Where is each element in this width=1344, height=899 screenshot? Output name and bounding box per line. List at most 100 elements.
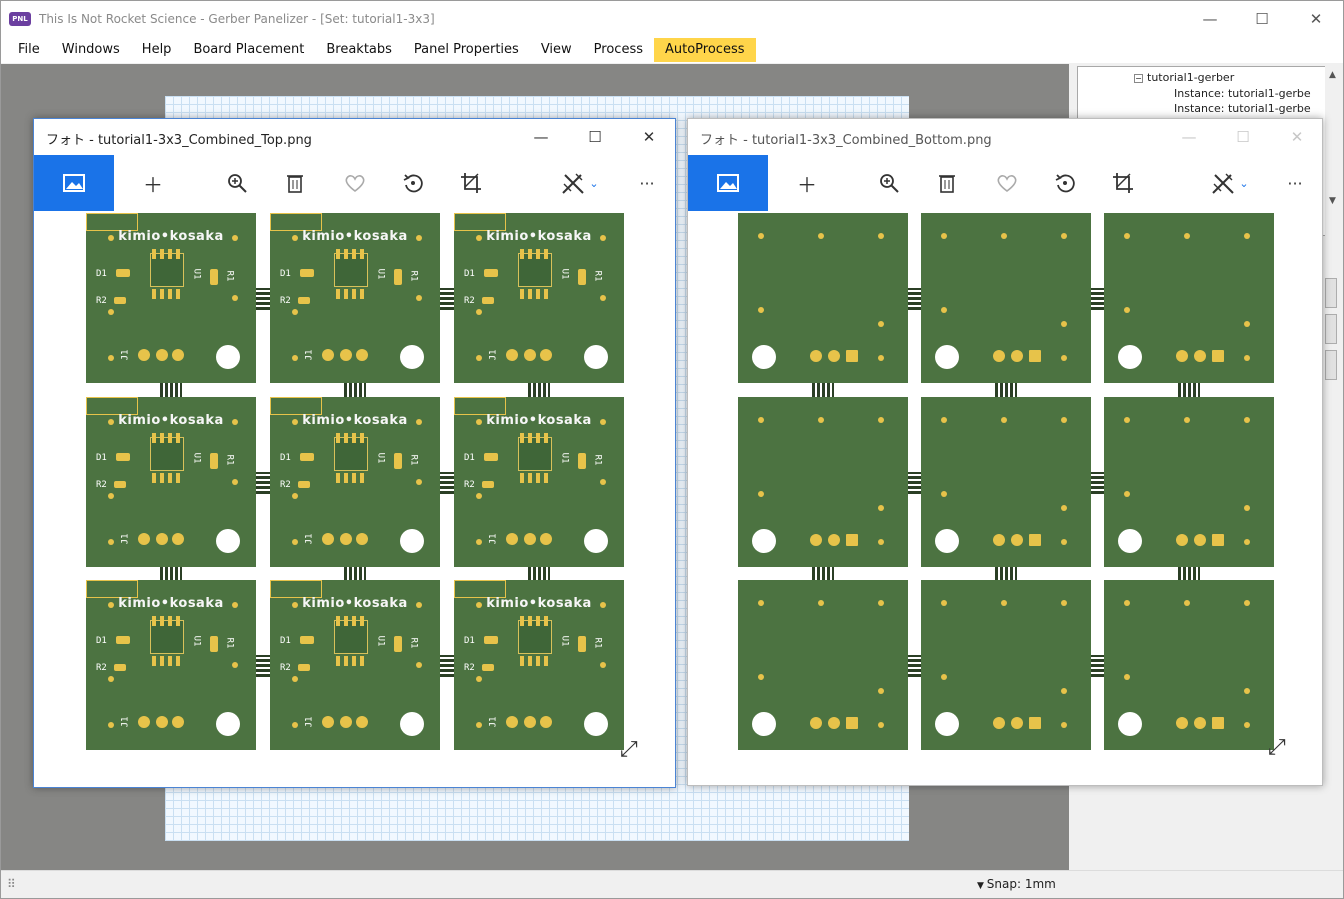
photos-close-button[interactable]: ✕ bbox=[622, 123, 676, 151]
mouse-bite-tab bbox=[908, 655, 922, 677]
via-pad bbox=[1184, 600, 1190, 606]
u1-label: U1 bbox=[191, 268, 202, 280]
ic-pin bbox=[360, 656, 364, 666]
via-pad bbox=[476, 493, 482, 499]
delete-button[interactable] bbox=[270, 155, 320, 211]
snap-status[interactable]: ▼ Snap: 1mm bbox=[977, 877, 1056, 891]
ic-pin bbox=[536, 616, 540, 626]
ic-pin bbox=[544, 433, 548, 443]
tree-instance-1[interactable]: Instance: tutorial1-gerbe bbox=[1174, 87, 1311, 100]
more-button-bottom[interactable]: ··· bbox=[1270, 155, 1320, 211]
mounting-hole bbox=[935, 529, 959, 553]
via-pad bbox=[1184, 233, 1190, 239]
add-button[interactable]: ＋ bbox=[128, 155, 178, 211]
menu-autoprocess[interactable]: AutoProcess bbox=[654, 38, 756, 62]
tree-scrollbar[interactable]: ▲ ▼ bbox=[1325, 66, 1342, 236]
close-button[interactable]: ✕ bbox=[1289, 1, 1343, 37]
menu-help[interactable]: Help bbox=[131, 38, 183, 62]
photos-window-top[interactable]: フォト - tutorial1-3x3_Combined_Top.png — ☐… bbox=[33, 118, 676, 788]
minimize-button[interactable]: — bbox=[1183, 1, 1237, 37]
favorite-button[interactable] bbox=[330, 155, 380, 211]
photos-maximize-button-bottom[interactable]: ☐ bbox=[1216, 123, 1270, 151]
d1-pad bbox=[300, 269, 314, 277]
via-pad bbox=[1061, 355, 1067, 361]
ic-pin bbox=[152, 616, 156, 626]
resize-grip-icon[interactable]: ⠿ bbox=[7, 877, 16, 891]
photos-minimize-button-bottom[interactable]: — bbox=[1162, 123, 1216, 151]
menu-windows[interactable]: Windows bbox=[51, 38, 131, 62]
square-pad bbox=[1029, 350, 1041, 362]
rotate-button-bottom[interactable] bbox=[1040, 155, 1090, 211]
d1-label: D1 bbox=[464, 453, 475, 463]
via-pad bbox=[232, 662, 238, 668]
j1-label: J1 bbox=[488, 716, 499, 728]
more-button[interactable]: ··· bbox=[622, 155, 672, 211]
edit-button-bottom[interactable]: ⌄ bbox=[1204, 155, 1256, 211]
expand-icon[interactable]: ⤢ bbox=[620, 737, 638, 762]
ic-pin bbox=[536, 289, 540, 299]
photos-close-button-bottom[interactable]: ✕ bbox=[1270, 123, 1324, 151]
via-pad bbox=[292, 722, 298, 728]
menu-board-placement[interactable]: Board Placement bbox=[182, 38, 315, 62]
delete-button-bottom[interactable] bbox=[922, 155, 972, 211]
ic-pin bbox=[536, 433, 540, 443]
menu-breaktabs[interactable]: Breaktabs bbox=[315, 38, 403, 62]
ic-pin bbox=[520, 473, 524, 483]
r2-pad bbox=[298, 481, 310, 488]
zoom-button-bottom[interactable] bbox=[864, 155, 914, 211]
tree-instance-2[interactable]: Instance: tutorial1-gerbe bbox=[1174, 102, 1311, 115]
ic-pin bbox=[152, 289, 156, 299]
via-pad bbox=[292, 419, 298, 425]
square-pad bbox=[1029, 534, 1041, 546]
maximize-button[interactable]: ☐ bbox=[1235, 1, 1289, 37]
rotate-button[interactable] bbox=[388, 155, 438, 211]
image-view-button[interactable] bbox=[34, 155, 114, 211]
edit-button[interactable]: ⌄ bbox=[554, 155, 606, 211]
crop-button-bottom[interactable] bbox=[1098, 155, 1148, 211]
via-pad bbox=[1244, 505, 1250, 511]
via-pad bbox=[292, 602, 298, 608]
ic-pin bbox=[544, 656, 548, 666]
ic-pin bbox=[544, 473, 548, 483]
rotate-icon bbox=[403, 174, 423, 193]
zoom-button[interactable] bbox=[212, 155, 262, 211]
side-button-2[interactable] bbox=[1325, 314, 1337, 344]
crop-button[interactable] bbox=[446, 155, 496, 211]
via-pad bbox=[416, 479, 422, 485]
mouse-bite-tab bbox=[995, 567, 1017, 581]
side-button-1[interactable] bbox=[1325, 278, 1337, 308]
pcb-board-bottom bbox=[1104, 580, 1274, 750]
menu-view[interactable]: View bbox=[530, 38, 583, 62]
r1-pad bbox=[394, 269, 402, 285]
collapse-icon[interactable]: − bbox=[1134, 73, 1143, 83]
j1-pin bbox=[506, 349, 518, 361]
photos-maximize-button[interactable]: ☐ bbox=[568, 123, 622, 151]
scroll-down-icon[interactable]: ▼ bbox=[1329, 196, 1336, 206]
pcb-board-bottom bbox=[738, 397, 908, 567]
d1-label: D1 bbox=[280, 453, 291, 463]
r1-label: R1 bbox=[224, 637, 235, 649]
scroll-up-icon[interactable]: ▲ bbox=[1329, 70, 1336, 80]
tree-root-label: tutorial1-gerber bbox=[1147, 71, 1235, 84]
via-pad bbox=[600, 479, 606, 485]
tree-root[interactable]: − tutorial1-gerber bbox=[1134, 71, 1234, 84]
pcb-board-top: kimio•kosaka D1 R2 U1 R1 J1 bbox=[86, 213, 256, 383]
j1-pin bbox=[138, 716, 150, 728]
favorite-button-bottom[interactable] bbox=[982, 155, 1032, 211]
mounting-hole bbox=[752, 712, 776, 736]
side-button-3[interactable] bbox=[1325, 350, 1337, 380]
menu-panel-properties[interactable]: Panel Properties bbox=[403, 38, 530, 62]
menu-process[interactable]: Process bbox=[583, 38, 654, 62]
via-pad bbox=[1001, 233, 1007, 239]
square-pad bbox=[846, 717, 858, 729]
via-pad bbox=[878, 688, 884, 694]
mounting-hole bbox=[216, 529, 240, 553]
photos-minimize-button[interactable]: — bbox=[514, 123, 568, 151]
expand-icon[interactable]: ⤢ bbox=[1268, 735, 1286, 760]
image-view-button-bottom[interactable] bbox=[688, 155, 768, 211]
add-button-bottom[interactable]: ＋ bbox=[782, 155, 832, 211]
photos-window-bottom[interactable]: フォト - tutorial1-3x3_Combined_Bottom.png … bbox=[687, 118, 1323, 786]
via-pad bbox=[941, 491, 947, 497]
menu-file[interactable]: File bbox=[7, 38, 51, 62]
ic-pin bbox=[176, 616, 180, 626]
